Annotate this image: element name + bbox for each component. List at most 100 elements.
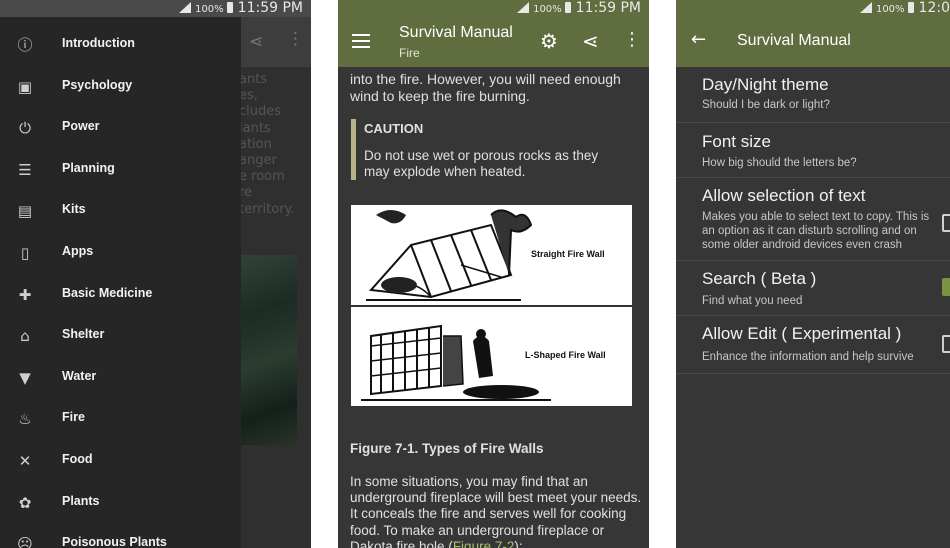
figure-caption: Figure 7-1. Types of Fire Walls — [350, 441, 544, 456]
list-icon: ☰ — [18, 160, 32, 179]
setting-title: Search ( Beta ) — [702, 269, 817, 288]
setting-font-size[interactable]: Font size How big should the letters be? — [676, 122, 950, 178]
paragraph-text: In some situations, you may find that an… — [350, 474, 642, 548]
drawer-item-water[interactable]: ▼ Water — [0, 358, 241, 399]
caution-box: CAUTION Do not use wet or porous rocks a… — [351, 119, 604, 180]
signal-icon — [179, 2, 192, 13]
info-icon: ⓘ — [17, 36, 33, 54]
setting-summary: How big should the letters be? — [702, 157, 857, 169]
chapter-subtitle: Fire — [399, 46, 420, 60]
plug-icon: ⏻ — [19, 119, 31, 138]
drawer-item-label: Shelter — [62, 327, 105, 342]
battery-icon — [564, 2, 571, 13]
drawer-item-planning[interactable]: ☰ Planning — [0, 150, 241, 191]
cup-icon: ▼ — [19, 368, 31, 387]
setting-summary: Should I be dark or light? — [702, 99, 830, 111]
app-title: Survival Manual — [399, 24, 513, 41]
drawer-item-introduction[interactable]: ⓘ Introduction — [0, 25, 241, 66]
drawer-item-label: Basic Medicine — [62, 285, 153, 300]
bandage-icon: ✚ — [18, 285, 32, 304]
setting-summary: Enhance the information and help survive — [702, 351, 914, 363]
clock: 11:59 PM — [575, 0, 641, 16]
setting-allow-selection-of-text[interactable]: Allow selection of text Makes you able to… — [676, 177, 950, 261]
caution-text: Do not use wet or porous rocks as they m… — [364, 148, 599, 179]
phone-screen-reader: 100% 11:59 PM Survival Manual Fire ⚙ ⋖ ⋮ … — [338, 0, 649, 548]
drawer-item-psychology[interactable]: ▣ Psychology — [0, 67, 241, 108]
status-bar: 100% 12:0 — [676, 0, 950, 17]
phone-screen-settings: 100% 12:0 ← Survival Manual Day/Night the… — [676, 0, 950, 548]
settings-list: Day/Night theme Should I be dark or light… — [676, 67, 950, 548]
status-bar: 100% 11:59 PM — [0, 0, 311, 17]
drawer-item-label: Apps — [62, 244, 94, 258]
drawer-item-power[interactable]: ⏻ Power — [0, 108, 241, 149]
drawer-item-label: Water — [62, 368, 97, 383]
store-icon: ⌂ — [20, 327, 30, 346]
drawer-item-basic-medicine[interactable]: ✚ Basic Medicine — [0, 275, 241, 316]
drawer-item-label: Fire — [62, 410, 85, 425]
setting-title: Allow Edit ( Experimental ) — [702, 324, 902, 343]
flame-icon: ♨ — [18, 410, 32, 429]
portrait-icon: ▣ — [17, 77, 33, 96]
drawer-item-label: Power — [62, 119, 100, 134]
figure-link[interactable]: Figure 7-2 — [453, 539, 515, 548]
back-arrow-icon[interactable]: ← — [691, 29, 706, 50]
drawer-item-fire[interactable]: ♨ Fire — [0, 399, 241, 440]
dimmed-article-text: ants es, cludes lants ation anger e room… — [239, 72, 295, 217]
sad-face-icon: ☹ — [17, 535, 33, 548]
setting-search-beta[interactable]: Search ( Beta ) Find what you need — [676, 260, 950, 316]
drawer-item-apps[interactable]: ▯ Apps — [0, 233, 241, 274]
setting-title: Font size — [702, 132, 771, 151]
navigation-drawer: ⓘ Introduction ▣ Psychology ⏻ Power ☰ Planning ▤… — [0, 17, 241, 548]
article-paragraph: In some situations, you may find that an… — [350, 474, 642, 548]
app-bar: ← Survival Manual — [676, 17, 950, 67]
utensils-icon: ✕ — [18, 452, 32, 470]
drawer-item-label: Planning — [62, 160, 115, 175]
drawer-item-label: Introduction — [62, 36, 135, 50]
figure-label-straight: Straight Fire Wall — [531, 249, 605, 259]
settings-title: Survival Manual — [737, 32, 851, 49]
clock: 12:0 — [918, 0, 950, 16]
paragraph-end: ): — [514, 538, 523, 548]
drawer-item-label: Poisonous Plants — [62, 535, 167, 548]
setting-title: Day/Night theme — [702, 75, 829, 94]
drawer-item-kits[interactable]: ▤ Kits — [0, 191, 241, 232]
drawer-item-label: Food — [62, 452, 93, 466]
drawer-item-poisonous-plants[interactable]: ☹ Poisonous Plants — [0, 524, 241, 548]
battery-icon — [226, 2, 233, 13]
battery-percent: 100% — [875, 4, 905, 15]
flower-icon: ✿ — [18, 493, 32, 512]
fire-walls-figure: Straight Fire Wall L-Shaped Fire Wall — [351, 205, 632, 406]
drawer-item-plants[interactable]: ✿ Plants — [0, 483, 241, 524]
setting-allow-edit-experimental[interactable]: Allow Edit ( Experimental ) Enhance the i… — [676, 315, 950, 374]
setting-checkbox[interactable] — [942, 278, 950, 296]
briefcase-icon: ▤ — [17, 202, 33, 221]
figure-label-l-shaped: L-Shaped Fire Wall — [525, 350, 606, 360]
setting-summary: Find what you need — [702, 295, 803, 307]
dimmed-toolbar: ⋖ ⋮ — [241, 17, 311, 67]
more-vert-icon[interactable]: ⋮ — [623, 29, 641, 50]
battery-percent: 100% — [195, 4, 224, 15]
settings-gear-icon[interactable]: ⚙ — [540, 29, 558, 53]
article-paragraph: into the fire. However, you will need en… — [350, 71, 621, 104]
phone-icon: ▯ — [20, 244, 30, 262]
status-bar: 100% 11:59 PM — [338, 0, 649, 17]
background-content: ⋖ ⋮ ants es, cludes lants ation anger e … — [239, 17, 311, 548]
drawer-item-food[interactable]: ✕ Food — [0, 441, 241, 482]
article-content: into the fire. However, you will need en… — [338, 67, 649, 548]
setting-checkbox[interactable] — [942, 335, 950, 353]
share-icon: ⋖ — [249, 32, 264, 52]
share-icon[interactable]: ⋖ — [582, 29, 599, 53]
dimmed-photo — [241, 255, 297, 445]
drawer-item-label: Kits — [62, 202, 86, 217]
setting-summary: Makes you able to select text to copy. T… — [702, 211, 930, 251]
setting-day-night-theme[interactable]: Day/Night theme Should I be dark or light… — [676, 67, 950, 123]
more-vert-icon: ⋮ — [287, 29, 304, 49]
hamburger-menu-icon[interactable] — [352, 30, 370, 52]
drawer-item-shelter[interactable]: ⌂ Shelter — [0, 316, 241, 357]
figure-straight-wall: Straight Fire Wall — [351, 205, 632, 307]
app-bar: Survival Manual Fire ⚙ ⋖ ⋮ — [338, 17, 649, 67]
figure-l-wall: L-Shaped Fire Wall — [351, 306, 632, 406]
signal-icon — [517, 2, 530, 13]
setting-checkbox[interactable] — [942, 214, 950, 232]
battery-icon — [907, 2, 914, 13]
